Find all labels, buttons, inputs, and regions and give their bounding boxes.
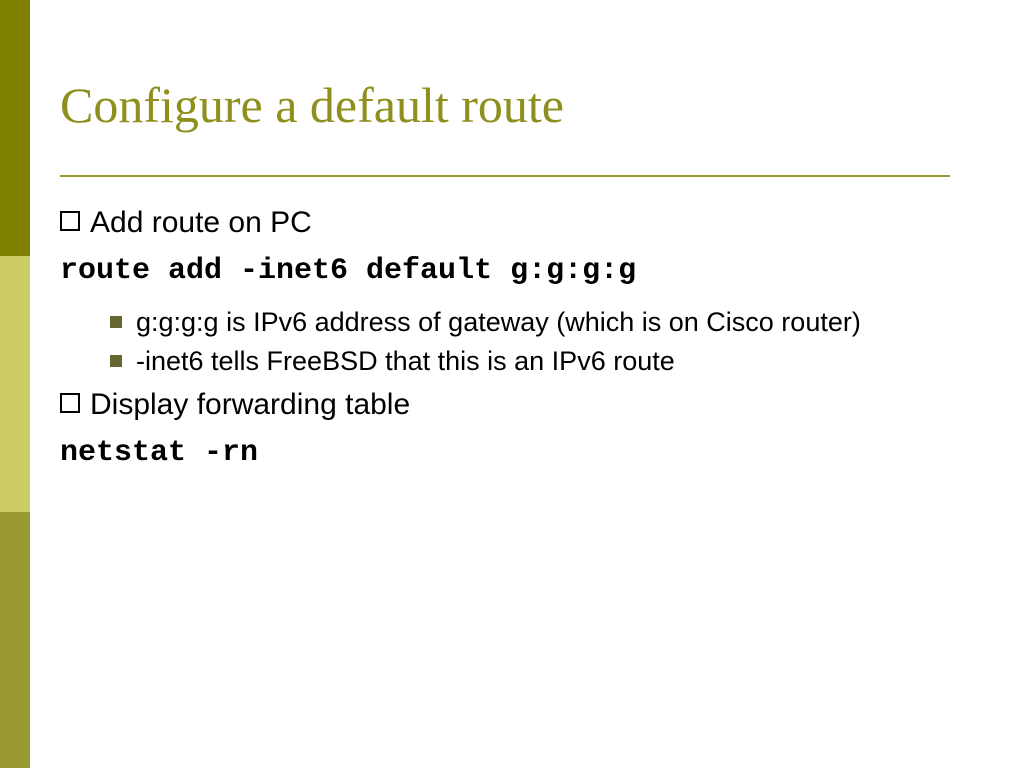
slide-title: Configure a default route [60, 78, 964, 147]
sidebar-segment-bottom [0, 512, 30, 768]
bullet-text: -inet6 tells FreeBSD that this is an IPv… [136, 344, 675, 379]
bullet-level2: -inet6 tells FreeBSD that this is an IPv… [110, 344, 964, 379]
filled-square-bullet-icon [110, 316, 122, 328]
filled-square-bullet-icon [110, 355, 122, 367]
bullet-level1: Add route on PC [60, 203, 964, 242]
sidebar-segment-top [0, 0, 30, 256]
bullet-text: Add route on PC [90, 203, 312, 242]
sidebar-segment-middle [0, 256, 30, 512]
slide: Configure a default route Add route on P… [0, 0, 1024, 768]
bullet-level1: Display forwarding table [60, 385, 964, 424]
slide-content: Configure a default route Add route on P… [60, 78, 964, 487]
command-line: netstat -rn [60, 434, 964, 473]
bullet-text: g:g:g:g is IPv6 address of gateway (whic… [136, 305, 861, 340]
sidebar-accent [0, 0, 30, 768]
bullet-text: Display forwarding table [90, 385, 410, 424]
square-bullet-icon [60, 211, 80, 231]
command-line: route add -inet6 default g:g:g:g [60, 252, 964, 291]
slide-body: Add route on PC route add -inet6 default… [60, 203, 964, 473]
title-underline [60, 175, 950, 177]
bullet-level2: g:g:g:g is IPv6 address of gateway (whic… [110, 305, 964, 340]
square-bullet-icon [60, 393, 80, 413]
